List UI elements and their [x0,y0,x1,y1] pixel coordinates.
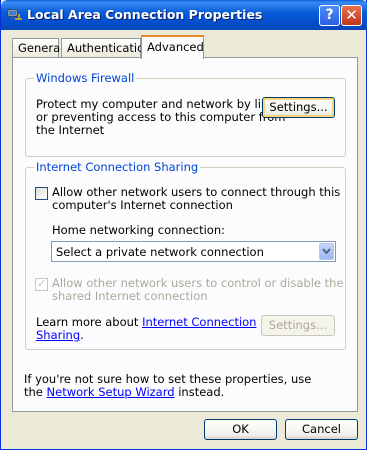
allow-control-label-line-2: shared Internet connection [52,289,208,303]
ics-help-link[interactable]: Internet Connection [142,315,256,329]
footer-note-line-2: the Network Setup Wizard instead. [24,386,224,399]
footer-note-prefix: the [24,385,47,399]
firewall-group: Windows Firewall Protect my computer and… [25,71,346,157]
dropdown-arrow-button[interactable] [319,243,334,260]
network-connection-icon [7,9,22,20]
chevron-down-icon [322,248,331,255]
help-button[interactable]: ? [319,5,340,26]
firewall-settings-button[interactable]: Settings... [262,97,335,118]
learn-more-line-2: Sharing. [36,329,84,342]
window-title: Local Area Connection Properties [27,7,263,22]
ics-group-title: Internet Connection Sharing [34,160,201,174]
firewall-description-line-3: the Internet [36,123,105,137]
allow-connect-label-line-2: computer's Internet connection [52,198,233,212]
close-icon: ✕ [345,6,358,24]
ics-settings-button[interactable]: Settings... [261,315,335,336]
ics-help-link-continued[interactable]: Sharing [36,328,80,342]
home-network-select[interactable]: Select a private network connection [51,241,336,262]
tab-general[interactable]: General [12,38,63,58]
learn-more-prefix: Learn more about [36,315,143,329]
tab-authentication[interactable]: Authentication [61,38,151,58]
advanced-panel: Windows Firewall Protect my computer and… [12,57,358,412]
properties-window: Local Area Connection Properties ? ✕ Gen… [0,0,367,450]
home-network-select-value: Select a private network connection [56,245,264,259]
help-icon: ? [325,7,334,23]
learn-more-suffix: . [80,328,84,342]
ok-button[interactable]: OK [204,419,277,440]
home-network-label: Home networking connection: [52,223,225,237]
cancel-button[interactable]: Cancel [285,419,358,440]
checkmark-icon: ✓ [37,277,47,290]
network-setup-wizard-link[interactable]: Network Setup Wizard [47,385,175,399]
tab-advanced[interactable]: Advanced [141,35,204,59]
title-bar[interactable]: Local Area Connection Properties ? ✕ [1,0,367,30]
allow-control-checkbox[interactable]: ✓ [35,277,48,291]
footer-note-suffix: instead. [174,385,225,399]
close-button[interactable]: ✕ [341,5,362,26]
allow-connect-checkbox[interactable] [35,187,48,200]
firewall-group-title: Windows Firewall [34,71,137,85]
ics-group: Internet Connection Sharing Allow other … [25,160,346,350]
